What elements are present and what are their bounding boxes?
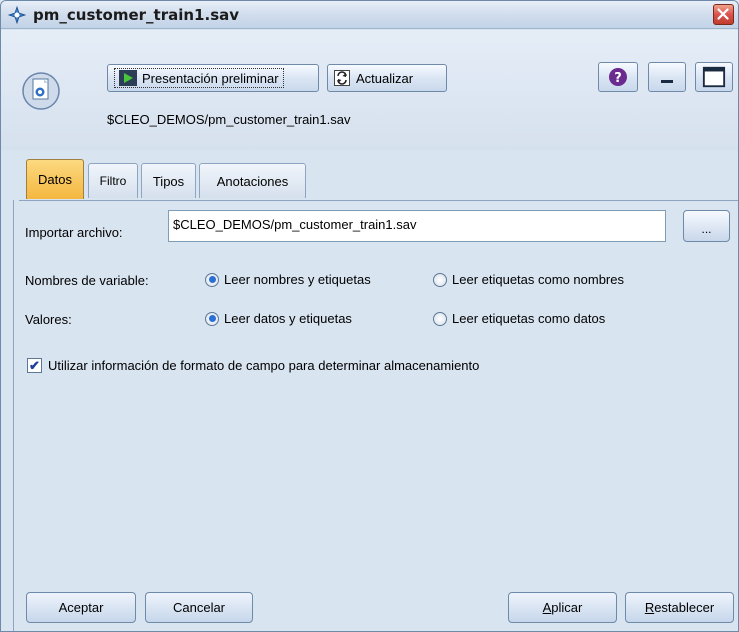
ok-button[interactable]: Aceptar	[26, 592, 136, 623]
apply-label: Aplicar	[542, 600, 583, 615]
radio-label: Leer etiquetas como nombres	[452, 272, 624, 287]
refresh-label: Actualizar	[356, 70, 414, 86]
svg-text:?: ?	[614, 71, 622, 86]
statistics-file-node-icon	[22, 72, 60, 110]
radio-unselected-icon	[433, 311, 447, 326]
play-icon	[119, 70, 137, 86]
maximize-button[interactable]	[695, 62, 733, 92]
format-info-checkbox[interactable]: ✔ Utilizar información de formato de cam…	[27, 358, 479, 373]
radio-read-data-labels[interactable]: Leer datos y etiquetas	[205, 311, 352, 326]
tab-label: Anotaciones	[216, 173, 289, 189]
minimize-button[interactable]	[648, 62, 686, 92]
help-button[interactable]: ?	[598, 62, 638, 92]
tab-tipos[interactable]: Tipos	[141, 163, 196, 198]
radio-label: Leer nombres y etiquetas	[224, 272, 371, 287]
radio-selected-icon	[205, 272, 219, 287]
window-title: pm_customer_train1.sav	[33, 6, 240, 24]
variable-names-label: Nombres de variable:	[25, 273, 149, 288]
refresh-button[interactable]: Actualizar	[327, 64, 447, 92]
cancel-label: Cancelar	[172, 600, 226, 615]
node-file-path: $CLEO_DEMOS/pm_customer_train1.sav	[107, 112, 351, 127]
close-icon	[717, 8, 729, 20]
preview-button[interactable]: Presentación preliminar	[107, 64, 319, 92]
radio-read-names-labels[interactable]: Leer nombres y etiquetas	[205, 272, 371, 287]
maximize-icon	[702, 66, 726, 88]
tab-anotaciones[interactable]: Anotaciones	[199, 163, 306, 198]
help-icon: ?	[609, 68, 627, 86]
ok-label: Aceptar	[58, 600, 104, 615]
radio-read-labels-as-data[interactable]: Leer etiquetas como datos	[433, 311, 605, 326]
minimize-icon	[661, 80, 673, 83]
radio-label: Leer etiquetas como datos	[452, 311, 606, 326]
dialog-window: pm_customer_train1.sav Presentación prel…	[0, 0, 739, 632]
reset-label: Restablecer	[644, 600, 715, 615]
checkmark-icon: ✔	[27, 358, 42, 373]
radio-label: Leer datos y etiquetas	[224, 311, 352, 326]
cancel-button[interactable]: Cancelar	[145, 592, 253, 623]
app-icon	[7, 5, 27, 25]
import-file-label: Importar archivo:	[25, 225, 123, 240]
close-button[interactable]	[713, 4, 734, 25]
tab-label: Tipos	[152, 173, 185, 189]
tab-datos[interactable]: Datos	[26, 159, 84, 199]
tab-bar: Datos Filtro Tipos Anotaciones	[1, 153, 738, 201]
apply-button[interactable]: Aplicar	[508, 592, 617, 623]
browse-button[interactable]: ...	[683, 210, 730, 242]
reset-button[interactable]: Restablecer	[625, 592, 734, 623]
radio-read-labels-as-names[interactable]: Leer etiquetas como nombres	[433, 272, 624, 287]
checkbox-label: Utilizar información de formato de campo…	[48, 358, 480, 373]
values-label: Valores:	[25, 312, 72, 327]
tab-label: Filtro	[99, 174, 127, 188]
preview-label: Presentación preliminar	[142, 70, 279, 86]
title-bar[interactable]: pm_customer_train1.sav	[1, 1, 738, 29]
radio-selected-icon	[205, 311, 219, 326]
data-tab-panel: Importar archivo: $CLEO_DEMOS/pm_custome…	[19, 200, 738, 580]
refresh-icon	[334, 70, 350, 86]
tab-label: Datos	[38, 172, 72, 187]
radio-unselected-icon	[433, 272, 447, 287]
tab-filtro[interactable]: Filtro	[88, 163, 138, 198]
import-file-input[interactable]: $CLEO_DEMOS/pm_customer_train1.sav	[168, 210, 666, 242]
left-gutter	[1, 200, 19, 631]
